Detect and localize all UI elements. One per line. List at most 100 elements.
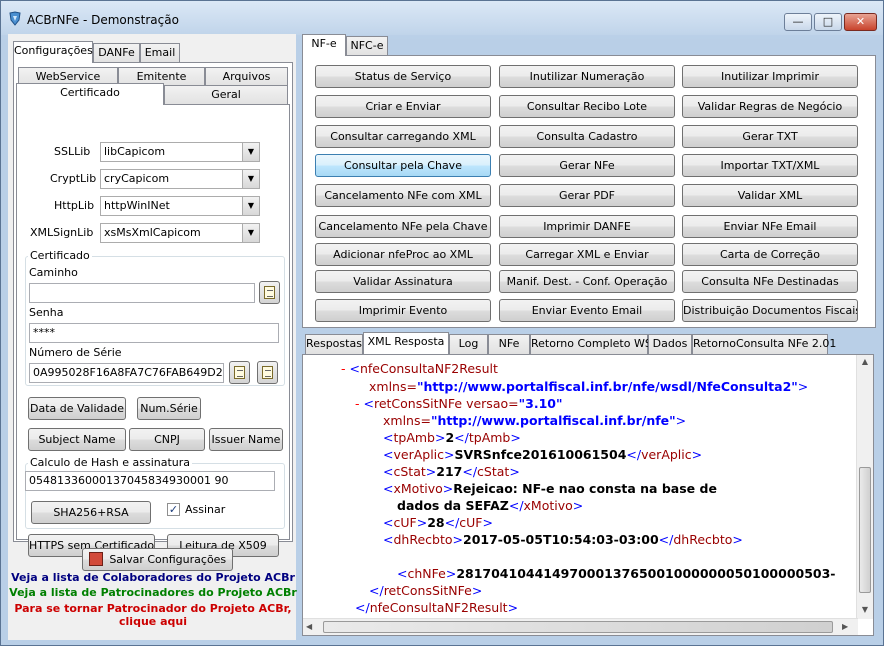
subject-name-button[interactable]: Subject Name — [28, 428, 126, 451]
cryptlib-value: cryCapicom — [104, 172, 170, 185]
result-tab[interactable]: Retorno Completo WS — [530, 334, 652, 354]
select-serie-button[interactable] — [257, 361, 278, 384]
action-button[interactable]: Gerar NFe — [499, 154, 675, 177]
scroll-left-icon[interactable]: ◀ — [306, 622, 312, 631]
action-button[interactable]: Enviar NFe Email — [682, 215, 858, 238]
action-button[interactable]: Status de Serviço — [315, 65, 491, 88]
save-icon — [88, 552, 103, 566]
hash-field[interactable]: 05481336000137045834930001 90 — [25, 471, 275, 491]
result-tab[interactable]: Log — [449, 334, 488, 354]
app-icon — [9, 11, 21, 26]
action-button[interactable]: Consultar carregando XML — [315, 125, 491, 148]
tab-nfce[interactable]: NFC-e — [346, 36, 388, 56]
patrocinador-link-line1[interactable]: Para se tornar Patrocinador do Projeto A… — [8, 602, 298, 615]
tab-arquivos[interactable]: Arquivos — [205, 67, 288, 87]
action-button[interactable]: Imprimir Evento — [315, 299, 491, 322]
action-button[interactable]: Consultar pela Chave — [315, 154, 491, 177]
ssllib-value: libCapicom — [104, 145, 166, 158]
action-button[interactable]: Validar XML — [682, 184, 858, 207]
action-button[interactable]: Inutilizar Imprimir — [682, 65, 858, 88]
horizontal-scrollbar[interactable]: ◀ ▶ — [303, 618, 858, 635]
colaboradores-link[interactable]: Veja a lista de Colaboradores do Projeto… — [8, 571, 298, 584]
cnpj-button[interactable]: CNPJ — [129, 428, 205, 451]
action-button[interactable]: Consulta NFe Destinadas — [682, 270, 858, 293]
action-button[interactable]: Consultar Recibo Lote — [499, 95, 675, 118]
serie-label: Número de Série — [29, 346, 122, 359]
action-button[interactable]: Distribuição Documentos Fiscais — [682, 299, 858, 322]
assinar-checkbox[interactable]: ✓ — [167, 503, 180, 516]
data-validade-button[interactable]: Data de Validade — [28, 397, 126, 420]
httplib-label: HttpLib — [54, 199, 95, 212]
salvar-label: Salvar Configurações — [109, 553, 227, 566]
result-tab[interactable]: XML Resposta — [363, 332, 449, 354]
senha-label: Senha — [29, 306, 64, 319]
num-serie-button[interactable]: Num.Série — [137, 397, 201, 420]
action-button[interactable]: Gerar TXT — [682, 125, 858, 148]
result-tab[interactable]: Dados — [648, 334, 692, 354]
action-button[interactable]: Consulta Cadastro — [499, 125, 675, 148]
action-button[interactable]: Cancelamento NFe pela Chave — [315, 215, 491, 238]
action-button[interactable]: Manif. Dest. - Conf. Operação — [499, 270, 675, 293]
scroll-down-icon[interactable]: ▼ — [857, 605, 873, 614]
result-tab[interactable]: Respostas — [305, 334, 363, 354]
action-button[interactable]: Inutilizar Numeração — [499, 65, 675, 88]
xml-tag: nfeConsultaNF2Result — [359, 361, 498, 376]
tab-email[interactable]: Email — [140, 43, 180, 63]
window-title: ACBrNFe - Demonstração — [27, 13, 179, 27]
serie-field[interactable]: 0A995028F16A8FA7C76FAB649D2043 — [29, 363, 224, 383]
tab-danfe[interactable]: DANFe — [93, 43, 140, 63]
sha256-rsa-button[interactable]: SHA256+RSA — [31, 501, 151, 524]
tab-nfe[interactable]: NF-e — [302, 34, 346, 56]
action-button[interactable]: Validar Regras de Negócio — [682, 95, 858, 118]
document-icon — [264, 286, 275, 299]
tab-configuracoes[interactable]: Configurações — [13, 41, 93, 63]
action-button[interactable]: Adicionar nfeProc ao XML — [315, 243, 491, 266]
document-icon — [262, 366, 273, 379]
patrocinador-link-line2[interactable]: clique aqui — [8, 615, 298, 628]
action-button[interactable]: Carregar XML e Enviar — [499, 243, 675, 266]
scroll-up-icon[interactable]: ▲ — [857, 357, 873, 366]
result-tab[interactable]: RetornoConsulta NFe 2.01 — [692, 334, 836, 354]
patrocinadores-link[interactable]: Veja a lista de Patrocinadores do Projet… — [8, 586, 298, 599]
tab-geral[interactable]: Geral — [164, 85, 288, 105]
action-button[interactable]: Carta de Correção — [682, 243, 858, 266]
minimize-button[interactable]: — — [784, 13, 812, 31]
caminho-field[interactable] — [29, 283, 255, 303]
action-button[interactable]: Imprimir DANFE — [499, 215, 675, 238]
xml-response-viewer[interactable]: - <nfeConsultaNF2Result xmlns="http://ww… — [302, 354, 874, 636]
action-button[interactable]: Gerar PDF — [499, 184, 675, 207]
chevron-down-icon: ▼ — [242, 197, 259, 215]
certificado-group-title: Certificado — [28, 249, 92, 262]
config-panel: WebService Emitente Arquivos Certificado… — [13, 62, 293, 557]
result-tab[interactable]: NFe — [488, 334, 530, 354]
horizontal-scroll-thumb[interactable] — [323, 621, 833, 633]
certificado-page: SSLLib libCapicom ▼ CryptLib cryCapicom … — [16, 104, 290, 557]
caminho-label: Caminho — [29, 266, 78, 279]
document-icon — [234, 366, 245, 379]
browse-serie-button[interactable] — [229, 361, 250, 384]
close-button[interactable]: ✕ — [844, 13, 877, 31]
vertical-scrollbar[interactable]: ▲ ▼ — [856, 355, 873, 619]
action-button[interactable]: Cancelamento NFe com XML — [315, 184, 491, 207]
assinar-label: Assinar — [185, 503, 226, 516]
httplib-value: httpWinINet — [104, 199, 170, 212]
ssllib-select[interactable]: libCapicom ▼ — [100, 142, 260, 162]
action-button[interactable]: Validar Assinatura — [315, 270, 491, 293]
vertical-scroll-thumb[interactable] — [859, 467, 871, 593]
cryptlib-select[interactable]: cryCapicom ▼ — [100, 169, 260, 189]
title-bar[interactable]: ACBrNFe - Demonstração — □ ✕ — [1, 1, 883, 35]
cryptlib-label: CryptLib — [50, 172, 97, 185]
issuer-name-button[interactable]: Issuer Name — [209, 428, 283, 451]
senha-field[interactable]: **** — [29, 323, 279, 343]
httplib-select[interactable]: httpWinINet ▼ — [100, 196, 260, 216]
browse-caminho-button[interactable] — [259, 281, 280, 304]
action-button[interactable]: Enviar Evento Email — [499, 299, 675, 322]
maximize-button[interactable]: □ — [814, 13, 842, 31]
xmlsignlib-select[interactable]: xsMsXmlCapicom ▼ — [100, 223, 260, 243]
action-button[interactable]: Criar e Enviar — [315, 95, 491, 118]
tab-certificado[interactable]: Certificado — [16, 83, 164, 105]
scroll-right-icon[interactable]: ▶ — [842, 622, 848, 631]
action-button[interactable]: Importar TXT/XML — [682, 154, 858, 177]
salvar-configuracoes-button[interactable]: Salvar Configurações — [82, 548, 233, 571]
xmlsignlib-value: xsMsXmlCapicom — [104, 226, 201, 239]
